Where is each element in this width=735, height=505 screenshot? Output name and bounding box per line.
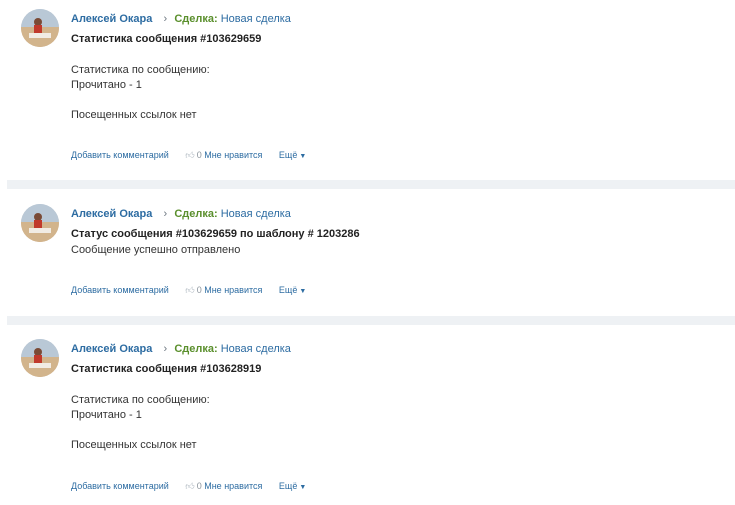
post-body-line: Статистика по сообщению:	[71, 394, 210, 406]
more-label: Ещё	[278, 285, 298, 295]
author-link[interactable]: Алексей Окара	[71, 343, 152, 355]
add-comment-link[interactable]: Добавить комментарий	[71, 150, 169, 160]
like-label: Мне нравится	[204, 285, 263, 295]
post-body-line: Посещенных ссылок нет	[71, 109, 197, 121]
like-button[interactable]: 👍︎ 0 Мне нравится	[185, 481, 262, 491]
feed-post: Алексей Окара › Сделка: Новая сделка Стати…	[0, 330, 735, 505]
like-count: 0	[196, 481, 202, 491]
thumbs-up-icon: 👍︎	[185, 150, 195, 160]
like-label: Мне нравится	[204, 150, 263, 160]
thumbs-up-icon: 👍︎	[185, 481, 195, 491]
more-menu-button[interactable]: Ещё ▼	[279, 285, 306, 295]
avatar[interactable]	[21, 339, 59, 377]
like-count: 0	[196, 150, 202, 160]
caret-down-icon: ▼	[299, 153, 307, 160]
avatar[interactable]	[21, 204, 59, 242]
more-menu-button[interactable]: Ещё ▼	[279, 481, 306, 491]
add-comment-link[interactable]: Добавить комментарий	[71, 481, 169, 491]
chevron-right-icon: ›	[163, 208, 168, 220]
deal-link[interactable]: Новая сделка	[221, 208, 291, 220]
post-actions: Добавить комментарий 👍︎ 0 Мне нравится Ещ…	[71, 285, 306, 296]
post-header: Алексей Окара › Сделка: Новая сделка	[71, 12, 291, 26]
more-label: Ещё	[278, 150, 298, 160]
add-comment-link[interactable]: Добавить комментарий	[71, 285, 169, 295]
chevron-right-icon: ›	[163, 343, 168, 355]
like-count: 0	[196, 285, 202, 295]
like-button[interactable]: 👍︎ 0 Мне нравится	[185, 285, 262, 295]
feed-post: Алексей Окара › Сделка: Новая сделка Стати…	[0, 0, 735, 180]
post-divider	[7, 316, 735, 325]
more-menu-button[interactable]: Ещё ▼	[279, 150, 306, 160]
avatar[interactable]	[21, 9, 59, 47]
post-body-line: Прочитано - 1	[71, 409, 142, 421]
post-divider	[7, 180, 735, 189]
deal-link[interactable]: Новая сделка	[221, 343, 291, 355]
feed-post: Алексей Окара › Сделка: Новая сделка Стату…	[0, 195, 735, 316]
deal-label: Сделка:	[174, 343, 218, 355]
thumbs-up-icon: 👍︎	[185, 285, 195, 295]
author-link[interactable]: Алексей Окара	[71, 13, 152, 25]
like-label: Мне нравится	[204, 481, 263, 491]
post-actions: Добавить комментарий 👍︎ 0 Мне нравится Ещ…	[71, 481, 306, 492]
post-body-line: Посещенных ссылок нет	[71, 439, 197, 451]
post-header: Алексей Окара › Сделка: Новая сделка	[71, 342, 291, 356]
caret-down-icon: ▼	[299, 288, 307, 295]
post-title: Статус сообщения #103629659 по шаблону #…	[71, 228, 360, 240]
post-actions: Добавить комментарий 👍︎ 0 Мне нравится Ещ…	[71, 150, 306, 161]
activity-feed: Алексей Окара › Сделка: Новая сделка Стати…	[0, 0, 735, 505]
chevron-right-icon: ›	[163, 13, 168, 25]
post-body-line: Статистика по сообщению:	[71, 64, 210, 76]
more-label: Ещё	[278, 481, 298, 491]
deal-label: Сделка:	[174, 208, 218, 220]
post-body-line: Прочитано - 1	[71, 79, 142, 91]
post-header: Алексей Окара › Сделка: Новая сделка	[71, 207, 291, 221]
deal-link[interactable]: Новая сделка	[221, 13, 291, 25]
caret-down-icon: ▼	[299, 484, 307, 491]
post-title: Статистика сообщения #103628919	[71, 363, 262, 375]
deal-label: Сделка:	[174, 13, 218, 25]
like-button[interactable]: 👍︎ 0 Мне нравится	[185, 150, 262, 160]
post-body-line: Сообщение успешно отправлено	[71, 244, 241, 256]
post-title: Статистика сообщения #103629659	[71, 33, 262, 45]
author-link[interactable]: Алексей Окара	[71, 208, 152, 220]
